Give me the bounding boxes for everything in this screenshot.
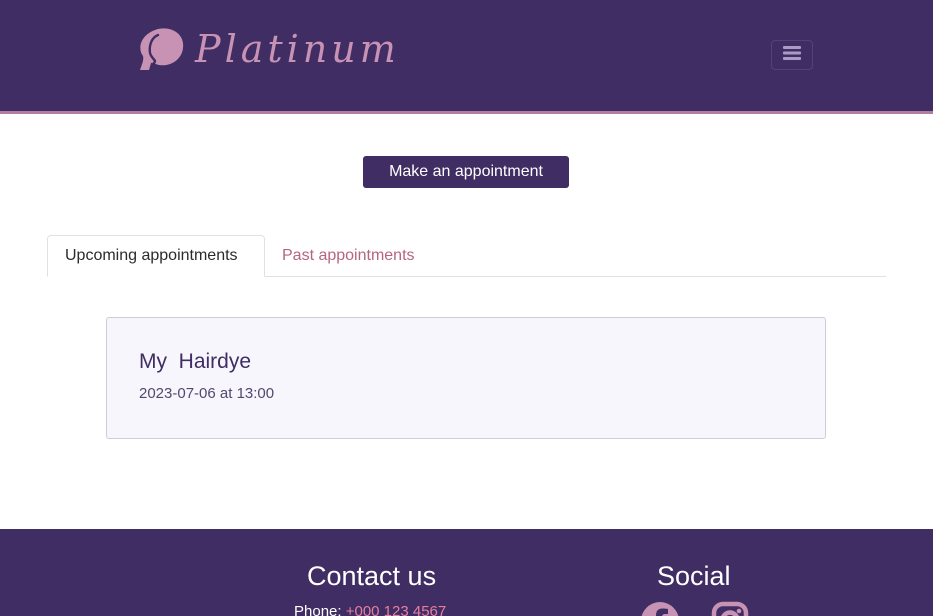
appointment-datetime: 2023-07-06 at 13:00 bbox=[139, 385, 275, 402]
brand-name: Platinum bbox=[195, 27, 400, 71]
hamburger-menu-icon bbox=[782, 45, 802, 65]
phone-link[interactable]: +000 123 4567 bbox=[346, 603, 447, 616]
appointment-tabs: Upcoming appointments Past appointments bbox=[47, 235, 886, 277]
brand-logo[interactable]: Platinum bbox=[137, 26, 400, 72]
social-heading: Social bbox=[657, 561, 731, 591]
phone-label: Phone: bbox=[294, 603, 342, 616]
tab-upcoming-appointments[interactable]: Upcoming appointments bbox=[47, 235, 265, 277]
instagram-icon[interactable] bbox=[711, 601, 749, 616]
appointment-title: My Hairdye bbox=[139, 350, 252, 373]
navbar-toggle-button[interactable] bbox=[771, 40, 813, 70]
appointment-card[interactable]: My Hairdye 2023-07-06 at 13:00 bbox=[106, 317, 826, 439]
navbar: Platinum bbox=[0, 0, 933, 114]
facebook-icon[interactable] bbox=[640, 601, 680, 616]
footer: Contact us Phone: +000 123 4567 Social bbox=[0, 529, 933, 616]
woman-silhouette-icon bbox=[137, 26, 185, 72]
tab-past-appointments[interactable]: Past appointments bbox=[282, 235, 415, 277]
contact-heading: Contact us bbox=[307, 561, 437, 591]
phone-line: Phone: +000 123 4567 bbox=[294, 603, 446, 616]
make-appointment-button[interactable]: Make an appointment bbox=[363, 156, 569, 188]
